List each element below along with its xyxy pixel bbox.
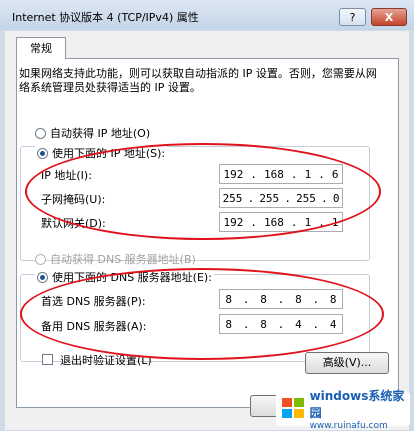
close-button[interactable]: X: [371, 8, 407, 26]
title-bar: Internet 协议版本 4 (TCP/IPv4) 属性 ? X: [0, 0, 414, 30]
advanced-button[interactable]: 高级(V)...: [305, 352, 389, 374]
radio-button-selected[interactable]: [37, 271, 48, 283]
watermark-brand: windows系统家园: [309, 389, 405, 420]
watermark: windows系统家园 www.ruinafu.com: [276, 389, 410, 431]
help-button[interactable]: ?: [339, 8, 366, 26]
annotation-circle-ip: [25, 143, 381, 240]
window-title: Internet 协议版本 4 (TCP/IPv4) 属性: [12, 11, 199, 24]
description-text: 如果网络支持此功能，则可以获取自动指派的 IP 设置。否则，您需要从网络系统管理…: [19, 67, 377, 94]
radio-auto-dns[interactable]: 自动获得 DNS 服务器地址(B): [35, 251, 196, 267]
radio-button[interactable]: [35, 127, 46, 139]
tab-general[interactable]: 常规: [16, 37, 66, 59]
radio-auto-ip[interactable]: 自动获得 IP 地址(O): [35, 125, 150, 141]
validate-checkbox[interactable]: [42, 354, 53, 365]
radio-auto-dns-label: 自动获得 DNS 服务器地址(B): [50, 253, 196, 266]
radio-auto-ip-label: 自动获得 IP 地址(O): [50, 127, 151, 140]
radio-button-selected[interactable]: [37, 147, 48, 159]
annotation-circle-dns: [20, 268, 384, 360]
windows-logo-icon: [282, 398, 305, 420]
radio-button[interactable]: [35, 253, 46, 265]
